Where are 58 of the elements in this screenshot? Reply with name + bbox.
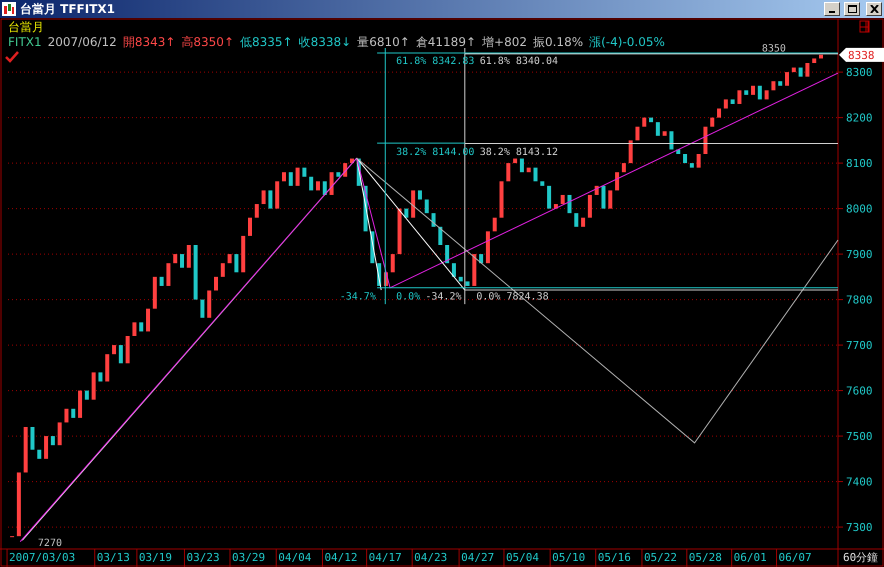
date-axis-label: 03/23 (186, 551, 220, 564)
chart-annotation: 8350 (762, 44, 786, 55)
date-axis-label: 03/29 (232, 551, 266, 564)
date-axis-label: 05/16 (598, 551, 631, 564)
quote-field: 開8343↑ (122, 35, 176, 50)
chart-annotation: -34.7% (340, 292, 376, 303)
price-axis-label: 7700 (846, 339, 872, 352)
price-axis-label: 7400 (846, 476, 872, 489)
quote-field: 收8338↓ (298, 35, 352, 50)
chart-annotation: 7270 (38, 538, 62, 550)
date-axis-label: 06/07 (778, 551, 812, 564)
symbol-name: 台當月 (8, 20, 44, 35)
quote-field: 高8350↑ (181, 35, 234, 50)
period-label: 60分鐘 (843, 551, 878, 564)
date-axis-label: 03/13 (96, 551, 130, 564)
chart-annotation: 0.0% (396, 292, 420, 303)
price-axis-label: 8200 (846, 112, 872, 125)
quote-field: 振0.18% (532, 35, 584, 50)
price-axis-label: 8300 (846, 66, 872, 80)
date-axis-label: 03/19 (138, 551, 172, 564)
date-axis-label: 06/01 (734, 551, 767, 564)
maximize-button[interactable] (844, 2, 860, 16)
maximize-icon (848, 5, 856, 13)
chart-annotation: -34.2% (425, 292, 462, 303)
chart-icon (2, 2, 16, 16)
layout-icon (860, 20, 870, 32)
minimize-button[interactable] (824, 2, 840, 16)
quote-field: 漲(-4)-0.05% (589, 35, 665, 50)
chart-annotation: 61.8% 8340.04 (480, 56, 558, 67)
quote-field: 低8335↑ (240, 35, 293, 50)
quote-field: 增+802 (482, 35, 527, 50)
price-axis-label: 7900 (846, 248, 872, 262)
window-title: 台當月 TFFITX1 (20, 0, 116, 18)
date-axis-label: 05/10 (552, 551, 586, 564)
date-axis-label: 04/04 (278, 551, 312, 564)
close-button[interactable] (866, 2, 882, 16)
date-axis-label: 05/04 (506, 551, 540, 564)
date-axis-label: 05/28 (688, 551, 722, 564)
date-axis-label: 04/23 (414, 551, 448, 564)
date-axis-label: 04/17 (368, 551, 402, 564)
quote-field: 倉41189↑ (416, 35, 476, 50)
date-axis-label: 05/22 (644, 551, 678, 564)
price-axis-label: 8100 (846, 157, 872, 170)
date-axis-label: 2007/03/03 (9, 551, 76, 564)
close-icon (870, 5, 878, 13)
quote-field: 量6810↑ (357, 35, 410, 50)
checkmark-icon (5, 51, 19, 63)
quote-field: FITX1 (8, 35, 42, 50)
price-axis-label: 7300 (846, 521, 872, 534)
date-axis-label: 04/12 (324, 551, 358, 564)
last-price-tag: 8338 (839, 48, 884, 62)
chart-annotation: 38.2% 8143.12 (480, 146, 558, 158)
price-axis-label: 7800 (846, 294, 872, 307)
price-axis-label: 8000 (846, 202, 872, 216)
price-axis-label: 7600 (846, 384, 872, 398)
quote-field: 2007/06/12 (48, 35, 117, 50)
price-axis-label: 7500 (846, 430, 872, 444)
date-axis-label: 04/27 (461, 551, 494, 564)
